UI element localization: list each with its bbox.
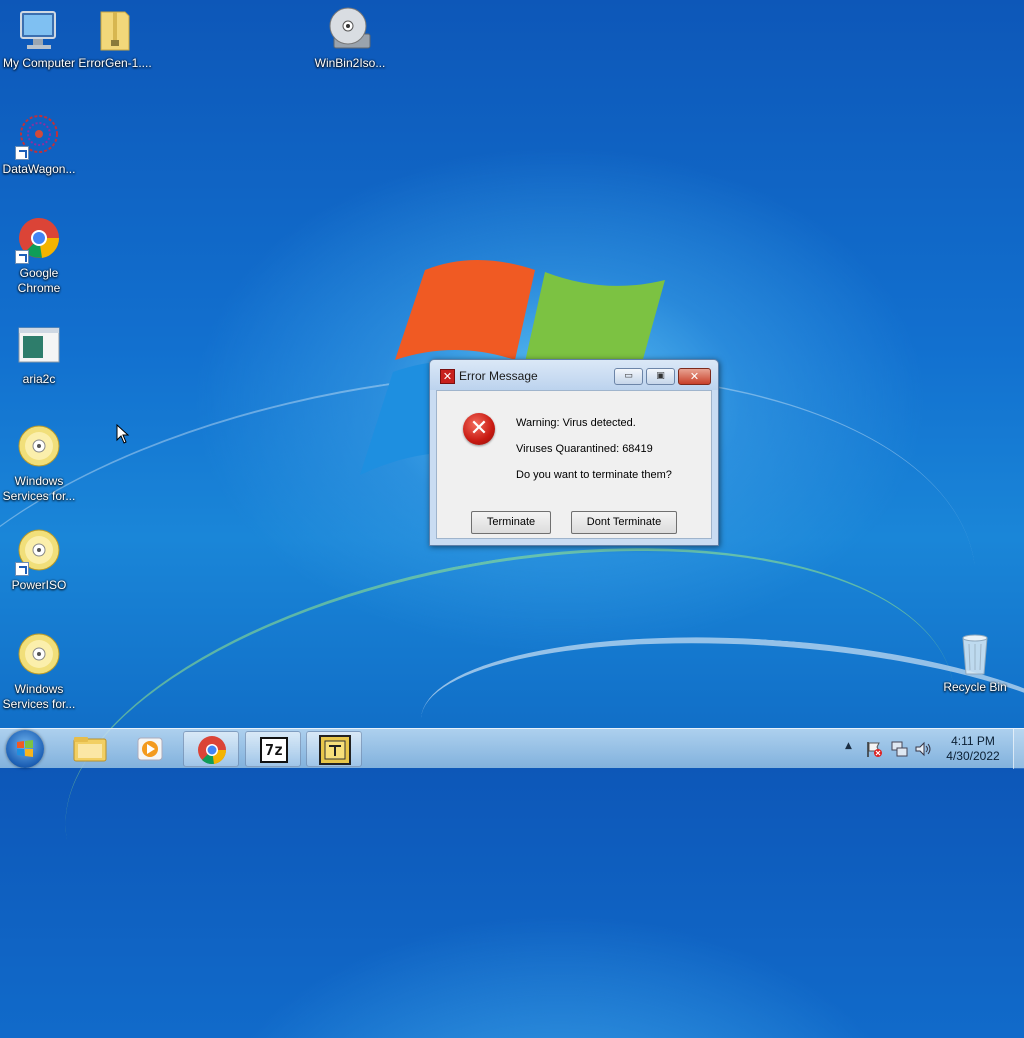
desktop-icon-errorgen[interactable]: ErrorGen-1.... bbox=[76, 6, 154, 71]
show-desktop-button[interactable] bbox=[1013, 729, 1024, 769]
shortcut-arrow-icon bbox=[15, 146, 29, 160]
dialog-titlebar[interactable]: ✕ Error Message ▭ ▣ ✕ bbox=[430, 360, 718, 390]
action-center-flag-icon[interactable] bbox=[864, 739, 884, 759]
taskbar: 7z ▲ 4:11 PM 4/30/2022 bbox=[0, 728, 1024, 769]
computer-icon bbox=[15, 6, 63, 54]
datawagon-icon bbox=[15, 112, 63, 160]
tray-overflow-arrow[interactable]: ▲ bbox=[845, 741, 852, 751]
icon-label: Recycle Bin bbox=[943, 680, 1007, 694]
icon-label: DataWagon... bbox=[2, 162, 76, 176]
warning-text: Warning: Virus detected. bbox=[516, 417, 636, 429]
minimize-button[interactable]: ▭ bbox=[614, 368, 643, 385]
desktop-icon-winbin2iso[interactable]: WinBin2Iso... bbox=[311, 6, 389, 71]
desktop-icon-aria2c[interactable]: aria2c bbox=[0, 322, 78, 387]
zip-folder-icon bbox=[91, 6, 139, 54]
desktop-icon-datawagon[interactable]: DataWagon... bbox=[0, 112, 78, 177]
recycle-bin-icon bbox=[951, 630, 999, 678]
chrome-icon bbox=[198, 736, 227, 765]
7zip-icon: 7z bbox=[260, 737, 288, 763]
taskbar-errorgen[interactable] bbox=[306, 731, 362, 767]
shortcut-arrow-icon bbox=[15, 250, 29, 264]
icon-label: Google Chrome bbox=[17, 266, 61, 295]
taskbar-file-explorer[interactable] bbox=[62, 731, 118, 767]
start-button[interactable] bbox=[6, 730, 44, 768]
error-dialog: ✕ Error Message ▭ ▣ ✕ ✕ Warning: Virus d… bbox=[429, 359, 719, 546]
icon-label: Windows Services for... bbox=[2, 682, 76, 711]
mouse-cursor-icon bbox=[116, 424, 130, 444]
volume-icon[interactable] bbox=[913, 739, 933, 759]
error-title-icon: ✕ bbox=[440, 369, 455, 384]
dont-terminate-button[interactable]: Dont Terminate bbox=[571, 511, 677, 534]
taskbar-clock[interactable]: 4:11 PM 4/30/2022 bbox=[940, 734, 1006, 764]
disc-icon bbox=[15, 632, 63, 680]
icon-label: ErrorGen-1.... bbox=[78, 56, 152, 70]
icon-label: My Computer bbox=[2, 56, 76, 70]
close-button[interactable]: ✕ bbox=[678, 368, 711, 385]
terminate-question-text: Do you want to terminate them? bbox=[516, 469, 672, 481]
quarantine-count-text: Viruses Quarantined: 68419 bbox=[516, 443, 653, 455]
icon-label: aria2c bbox=[22, 372, 56, 386]
maximize-icon: ▣ bbox=[656, 371, 665, 381]
disc-icon bbox=[15, 528, 63, 576]
minimize-icon: ▭ bbox=[624, 371, 633, 381]
icon-label: WinBin2Iso... bbox=[314, 56, 386, 70]
error-icon: ✕ bbox=[463, 413, 495, 445]
chrome-icon bbox=[15, 216, 63, 264]
desktop-icon-windows-services[interactable]: Windows Services for... bbox=[0, 424, 78, 504]
application-window-icon bbox=[15, 322, 63, 370]
file-explorer-icon bbox=[73, 737, 107, 762]
desktop-icon-my-computer[interactable]: My Computer bbox=[0, 6, 78, 71]
taskbar-7zip[interactable]: 7z bbox=[245, 731, 301, 767]
clock-date: 4/30/2022 bbox=[946, 749, 1000, 763]
shortcut-arrow-icon bbox=[15, 562, 29, 576]
dialog-body: ✕ Warning: Virus detected. Viruses Quara… bbox=[436, 390, 712, 539]
disc-icon bbox=[15, 424, 63, 472]
errorgen-icon bbox=[319, 735, 351, 765]
maximize-button[interactable]: ▣ bbox=[646, 368, 675, 385]
desktop-icon-poweriso[interactable]: PowerISO bbox=[0, 528, 78, 593]
desktop-icon-recycle-bin[interactable]: Recycle Bin bbox=[936, 630, 1014, 695]
close-icon: ✕ bbox=[689, 370, 700, 383]
icon-label: PowerISO bbox=[11, 578, 67, 592]
media-player-icon bbox=[137, 737, 163, 761]
terminate-button[interactable]: Terminate bbox=[471, 511, 551, 534]
icon-label: Windows Services for... bbox=[2, 474, 76, 503]
windows-start-icon bbox=[17, 740, 33, 757]
dialog-title: Error Message bbox=[459, 369, 538, 383]
network-icon[interactable] bbox=[889, 739, 909, 759]
desktop-icon-google-chrome[interactable]: Google Chrome bbox=[0, 216, 78, 296]
taskbar-chrome[interactable] bbox=[183, 731, 239, 767]
taskbar-media-player[interactable] bbox=[122, 731, 178, 767]
disc-icon bbox=[326, 6, 374, 54]
clock-time: 4:11 PM bbox=[951, 734, 995, 748]
desktop-icon-windows-services-2[interactable]: Windows Services for... bbox=[0, 632, 78, 712]
